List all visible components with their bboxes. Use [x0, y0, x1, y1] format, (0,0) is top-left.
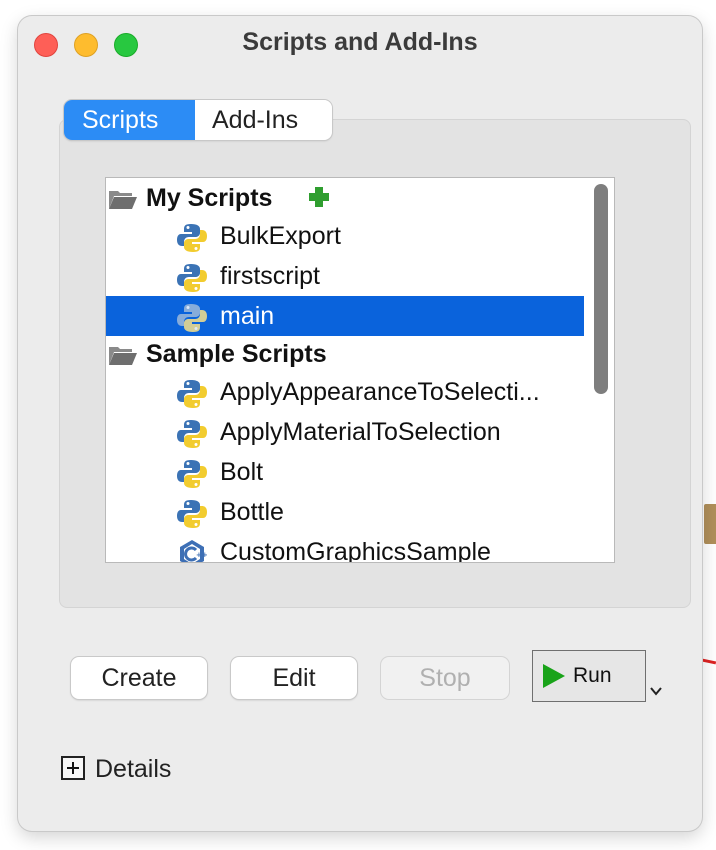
folder-open-icon [109, 347, 137, 365]
window-title: Scripts and Add-Ins [242, 28, 478, 56]
tab-bar: Scripts Add-Ins [64, 100, 332, 140]
background-app-edge [701, 500, 716, 680]
tree-item-label: main [220, 302, 275, 330]
scripts-addins-dialog: Scripts and Add-Ins Scripts Add-Ins My S… [18, 16, 702, 831]
tree-item-bolt[interactable]: Bolt [106, 452, 584, 492]
python-icon [177, 224, 207, 252]
scripts-tree[interactable]: My Scripts BulkExport firstscript main S… [105, 177, 615, 563]
stop-button[interactable]: Stop [381, 657, 509, 699]
folder-open-icon [109, 191, 137, 209]
python-icon [177, 380, 207, 408]
tree-item-firstscript[interactable]: firstscript [106, 256, 584, 296]
tree-item-label: ApplyMaterialToSelection [220, 418, 501, 446]
tree-item-customgraphics[interactable]: ++ CustomGraphicsSample [106, 532, 584, 563]
tree-item-applyappearance[interactable]: ApplyAppearanceToSelecti... [106, 372, 584, 412]
add-script-icon[interactable] [308, 186, 330, 208]
python-icon [177, 264, 207, 292]
svg-text:++: ++ [196, 551, 208, 559]
tree-item-label: Bolt [220, 458, 264, 486]
tree-item-bottle[interactable]: Bottle [106, 492, 584, 532]
details-label: Details [95, 755, 172, 783]
cpp-icon: ++ [180, 540, 208, 562]
tree-folder-label: My Scripts [146, 184, 273, 212]
tree-folder-sample-scripts[interactable]: Sample Scripts [106, 334, 584, 374]
tree-scrollbar[interactable] [594, 184, 608, 394]
python-icon [177, 304, 207, 332]
chevron-down-icon[interactable] [650, 686, 662, 696]
tree-item-label: ApplyAppearanceToSelecti... [220, 378, 540, 406]
tree-item-main[interactable]: main [106, 296, 584, 336]
expand-icon[interactable] [61, 756, 85, 780]
python-icon [177, 500, 207, 528]
run-button[interactable]: Run [532, 650, 646, 702]
background-shape [704, 504, 716, 544]
python-icon [177, 420, 207, 448]
tab-add-ins[interactable]: Add-Ins [195, 100, 332, 140]
background-line [701, 658, 716, 665]
tree-folder-my-scripts[interactable]: My Scripts [106, 178, 584, 218]
tree-item-label: Bottle [220, 498, 284, 526]
edit-button[interactable]: Edit [231, 657, 357, 699]
tree-item-applymaterial[interactable]: ApplyMaterialToSelection [106, 412, 584, 452]
python-icon [177, 460, 207, 488]
play-icon [543, 664, 565, 688]
create-button[interactable]: Create [71, 657, 207, 699]
tree-item-bulkexport[interactable]: BulkExport [106, 216, 584, 256]
tree-item-label: CustomGraphicsSample [220, 538, 491, 563]
run-button-label: Run [573, 664, 612, 687]
tab-scripts[interactable]: Scripts [64, 100, 195, 140]
title-bar[interactable]: Scripts and Add-Ins [18, 16, 702, 72]
tree-item-label: BulkExport [220, 222, 341, 250]
tree-item-label: firstscript [220, 262, 320, 290]
tree-folder-label: Sample Scripts [146, 340, 327, 368]
